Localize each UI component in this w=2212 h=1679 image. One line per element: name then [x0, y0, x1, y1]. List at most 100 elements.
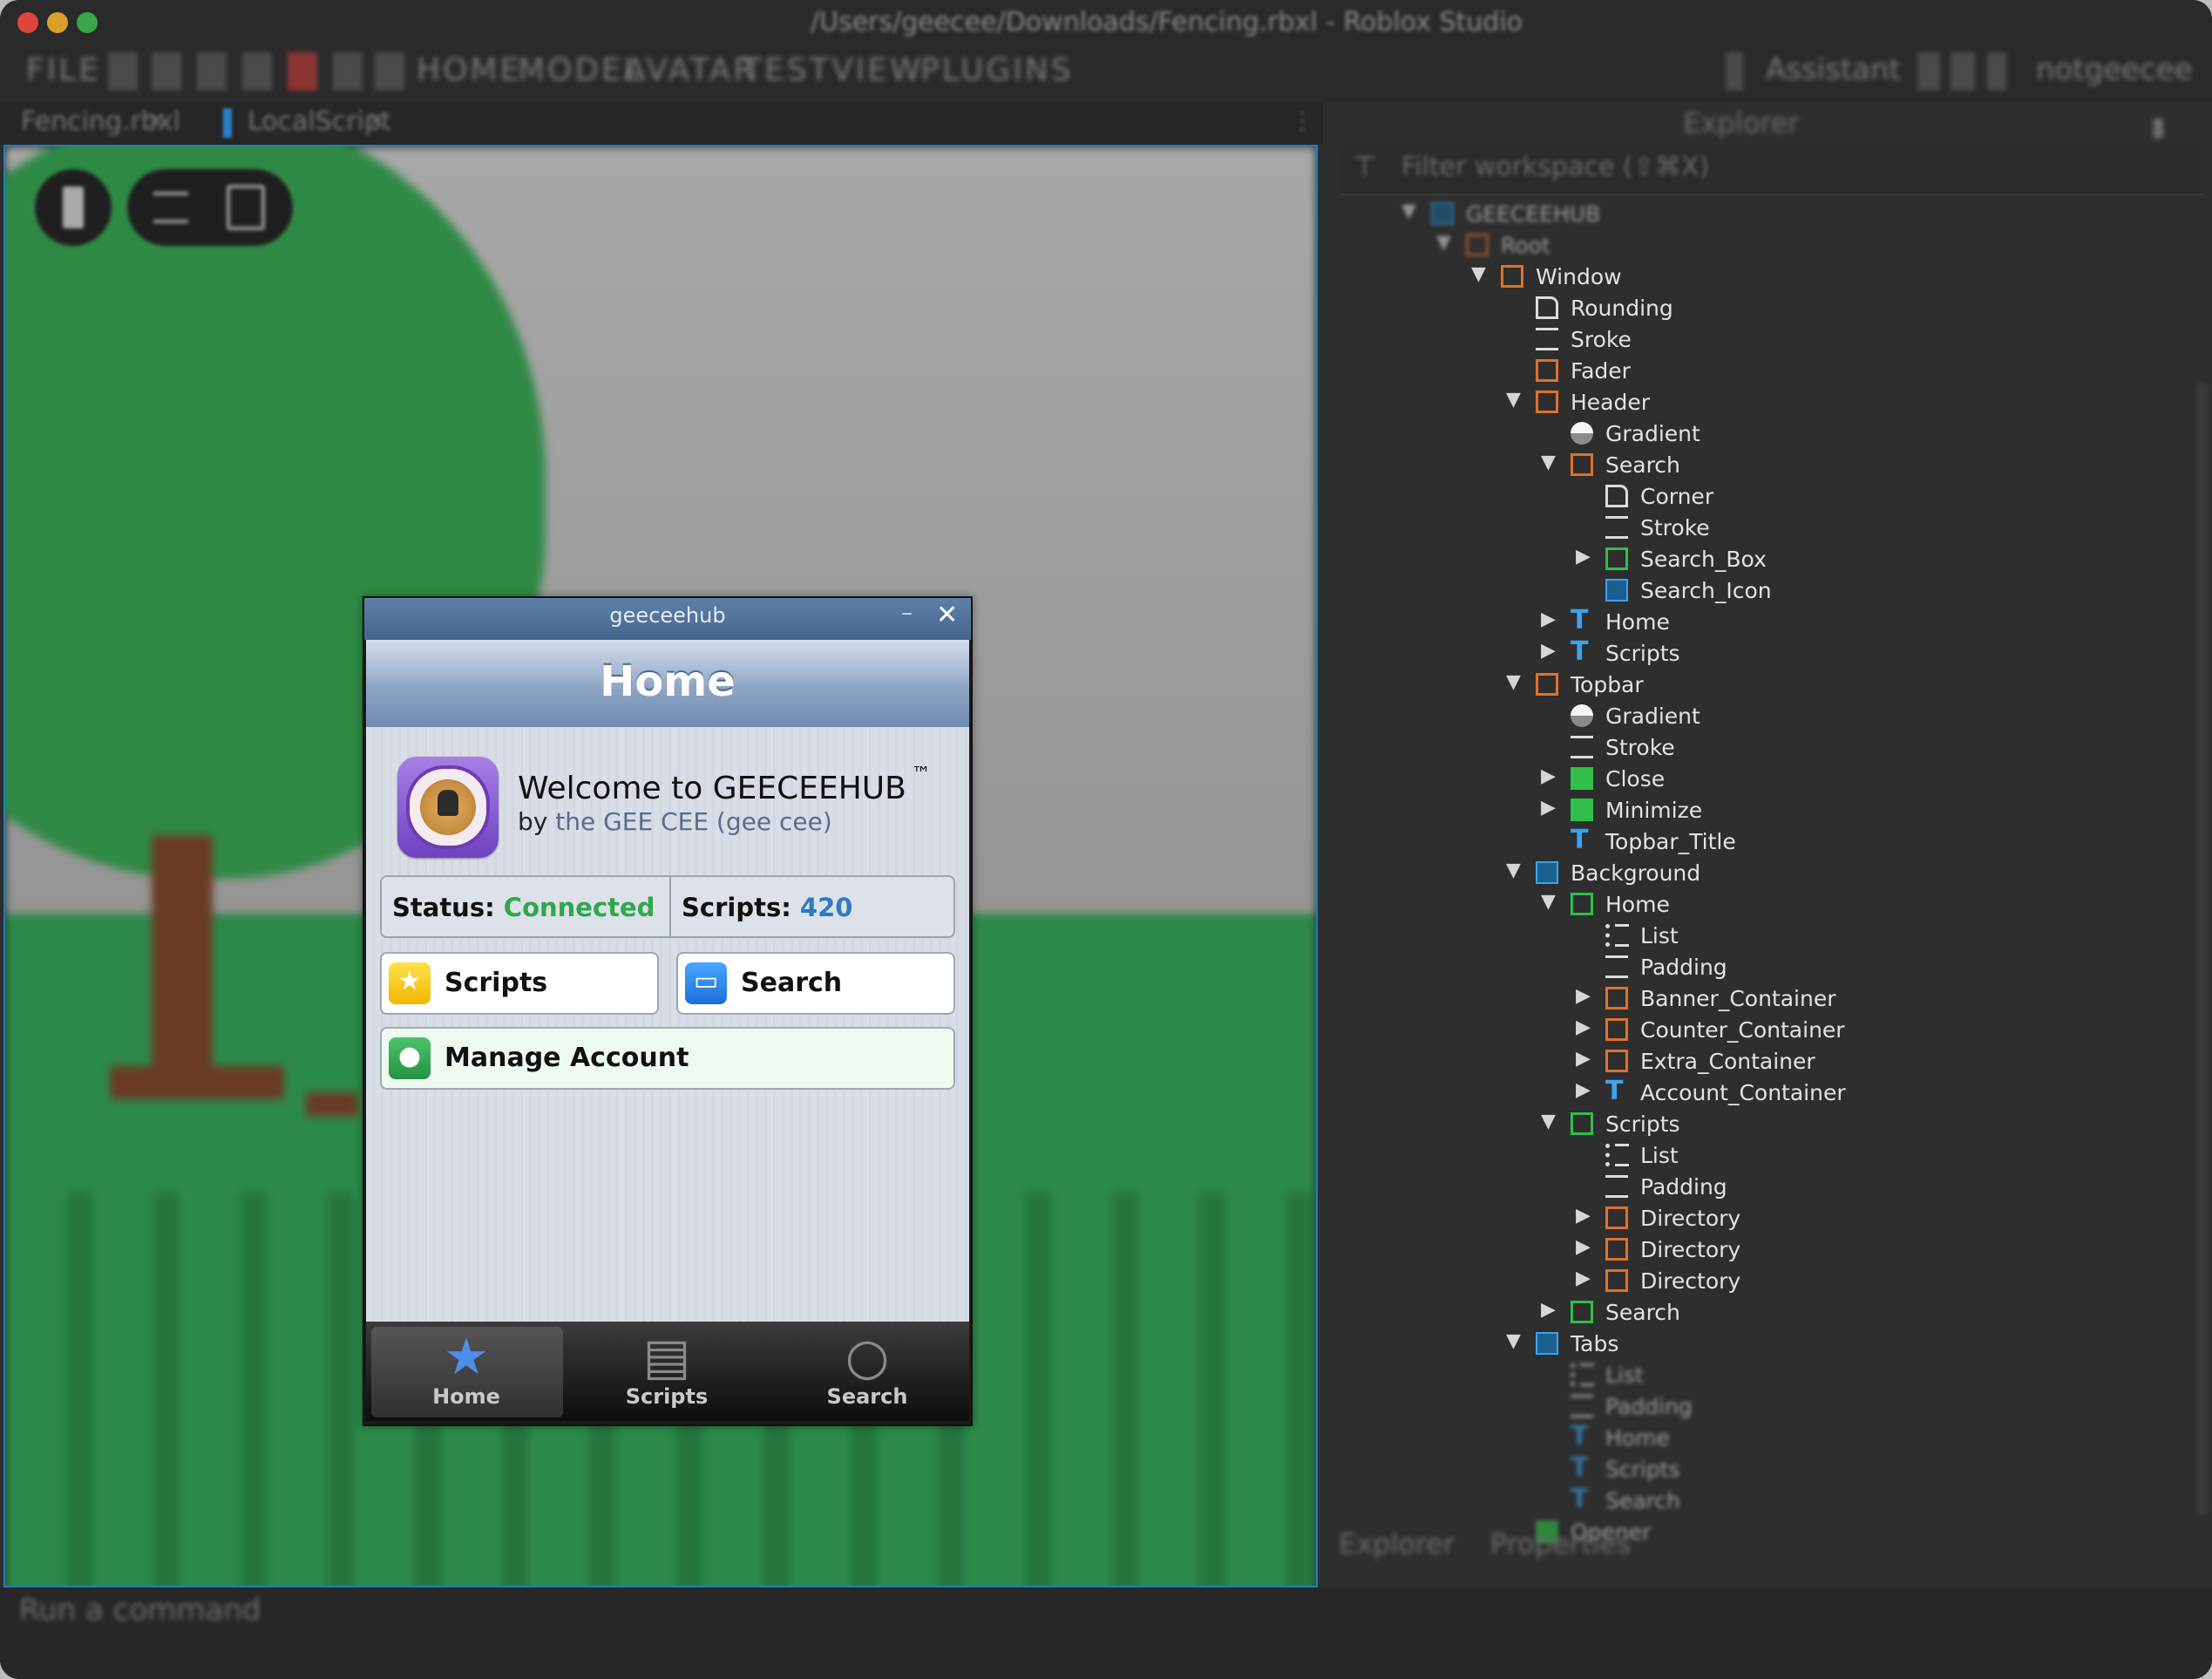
user-name[interactable]: notgeecee: [2036, 52, 2193, 87]
tab-scripts[interactable]: ▤ Scripts: [567, 1322, 767, 1421]
tree-row[interactable]: ▶ Banner_Container: [1576, 983, 2186, 1015]
hamburger-icon[interactable]: [153, 192, 188, 223]
tree-row[interactable]: Padding: [1541, 1391, 2151, 1423]
tab-overflow-icon[interactable]: ⋮: [1290, 106, 1314, 135]
expand-arrow-right-icon[interactable]: ▶: [1576, 1268, 1597, 1289]
scripts-button[interactable]: ★ Scripts: [380, 952, 659, 1015]
command-input[interactable]: Run a command: [19, 1593, 261, 1628]
close-button[interactable]: ✕: [936, 600, 958, 630]
tab-explorer[interactable]: Explorer: [1339, 1527, 1455, 1560]
select-icon[interactable]: [197, 52, 227, 91]
play-icon[interactable]: [242, 52, 272, 91]
tab-search[interactable]: ○ Search: [767, 1322, 967, 1421]
menu-file[interactable]: FILE: [26, 52, 101, 88]
chat-icon[interactable]: [227, 185, 265, 230]
panel-options-icon[interactable]: ▮: [2151, 112, 2166, 142]
filter-input[interactable]: Filter workspace (⇧⌘X): [1401, 152, 1709, 182]
stop-icon[interactable]: [288, 52, 317, 91]
search-button[interactable]: ▭ Search: [676, 952, 955, 1015]
tree-row[interactable]: ▼ GEECEEHUB: [1401, 199, 2012, 230]
tree-row[interactable]: ▶ T Account_Container: [1576, 1077, 2186, 1109]
menu-view[interactable]: VIEW: [831, 52, 924, 88]
tree-row[interactable]: Padding: [1576, 1172, 2186, 1203]
minimize-button[interactable]: –: [901, 600, 913, 626]
expand-arrow-down-icon[interactable]: ▼: [1541, 1111, 1562, 1132]
minimize-window-button[interactable]: [47, 12, 68, 33]
tree-row[interactable]: List: [1576, 1140, 2186, 1172]
tree-row[interactable]: Padding: [1576, 952, 2186, 983]
menu-home[interactable]: HOME: [417, 52, 522, 88]
expand-arrow-right-icon[interactable]: ▶: [1541, 797, 1562, 819]
filter-icon[interactable]: ⊤: [1353, 150, 1377, 183]
tree-row[interactable]: ▼ Home: [1541, 889, 2151, 921]
expand-arrow-down-icon[interactable]: ▼: [1541, 891, 1562, 913]
expand-arrow-right-icon[interactable]: ▶: [1576, 1016, 1597, 1038]
tree-row[interactable]: List: [1541, 1360, 2151, 1391]
tree-row[interactable]: List: [1576, 921, 2186, 952]
assistant-button[interactable]: Assistant: [1766, 52, 1901, 87]
tree-row[interactable]: ▼ Root: [1436, 230, 2046, 262]
expand-arrow-down-icon[interactable]: ▼: [1401, 201, 1422, 222]
tree-row[interactable]: ▼ Background: [1506, 858, 2116, 889]
tree-row[interactable]: Rounding: [1506, 293, 2116, 324]
settings-icon[interactable]: [333, 52, 363, 91]
game-viewport[interactable]: geeceehub – ✕ Home Welcome to GEECEEHUB …: [3, 145, 1318, 1587]
tree-row[interactable]: ▶ T Scripts: [1541, 638, 2151, 670]
expand-arrow-down-icon[interactable]: ▼: [1471, 263, 1492, 285]
share-icon[interactable]: [1917, 52, 1940, 91]
menu-plugins[interactable]: PLUGINS: [920, 52, 1074, 88]
tree-row[interactable]: ▶ Counter_Container: [1576, 1015, 2186, 1046]
tab-close-icon[interactable]: ✕: [146, 106, 166, 135]
tree-row[interactable]: ▶ Extra_Container: [1576, 1046, 2186, 1077]
tree-row[interactable]: ▶ Close: [1541, 764, 2151, 795]
undo-icon[interactable]: [108, 52, 138, 91]
expand-arrow-right-icon[interactable]: ▶: [1541, 765, 1562, 787]
expand-arrow-right-icon[interactable]: ▶: [1576, 1205, 1597, 1227]
expand-arrow-right-icon[interactable]: ▶: [1576, 546, 1597, 568]
tree-row[interactable]: Gradient: [1541, 701, 2151, 732]
tree-row[interactable]: Sroke: [1506, 324, 2116, 356]
tree-row[interactable]: ▼ Tabs: [1506, 1329, 2116, 1360]
tree-row[interactable]: Stroke: [1576, 513, 2186, 544]
menu-test[interactable]: TEST: [743, 52, 831, 88]
tree-row[interactable]: ▼ Search: [1541, 450, 2151, 481]
expand-arrow-right-icon[interactable]: ▶: [1541, 608, 1562, 630]
notifications-icon[interactable]: [1951, 52, 1975, 91]
layout-icon[interactable]: [375, 52, 404, 91]
expand-arrow-down-icon[interactable]: ▼: [1506, 1330, 1527, 1352]
explorer-scrollbar[interactable]: [2196, 382, 2209, 1515]
tree-row[interactable]: Search_Icon: [1576, 575, 2186, 607]
expand-arrow-right-icon[interactable]: ▶: [1576, 1048, 1597, 1070]
tree-row[interactable]: ▼ Header: [1506, 387, 2116, 418]
author-link[interactable]: the GEE CEE (gee cee): [555, 807, 832, 836]
menu-avatar[interactable]: AVATAR: [624, 52, 757, 88]
expand-arrow-right-icon[interactable]: ▶: [1576, 985, 1597, 1007]
tree-row[interactable]: ▶ Directory: [1576, 1203, 2186, 1234]
tree-row[interactable]: ▶ Directory: [1576, 1266, 2186, 1297]
tree-row[interactable]: ▶ Search_Box: [1576, 544, 2186, 575]
close-window-button[interactable]: [17, 12, 38, 33]
expand-arrow-right-icon[interactable]: ▶: [1541, 640, 1562, 662]
expand-arrow-down-icon[interactable]: ▼: [1506, 860, 1527, 881]
tab-properties[interactable]: Properties: [1490, 1527, 1632, 1560]
expand-arrow-right-icon[interactable]: ▶: [1576, 1236, 1597, 1258]
tab-home[interactable]: ★ Home: [366, 1322, 567, 1421]
explorer-filter[interactable]: ⊤ Filter workspace (⇧⌘X): [1340, 145, 2203, 195]
tree-row[interactable]: T Topbar_Title: [1541, 826, 2151, 858]
expand-arrow-down-icon[interactable]: ▼: [1436, 232, 1457, 254]
tree-row[interactable]: T Scripts: [1541, 1454, 2151, 1485]
tree-row[interactable]: T Search: [1541, 1485, 2151, 1517]
redo-icon[interactable]: [152, 52, 181, 91]
zoom-window-button[interactable]: [77, 12, 98, 33]
tree-row[interactable]: ▼ Topbar: [1506, 670, 2116, 701]
tree-row[interactable]: Corner: [1576, 481, 2186, 513]
expand-arrow-right-icon[interactable]: ▶: [1576, 1079, 1597, 1101]
expand-arrow-down-icon[interactable]: ▼: [1506, 389, 1527, 411]
tree-row[interactable]: Stroke: [1541, 732, 2151, 764]
tree-row[interactable]: T Home: [1541, 1423, 2151, 1454]
tree-row[interactable]: ▼ Scripts: [1541, 1109, 2151, 1140]
tree-row[interactable]: ▶ Search: [1541, 1297, 2151, 1329]
tab-close-icon[interactable]: ✕: [366, 106, 386, 135]
tree-row[interactable]: ▶ Directory: [1576, 1234, 2186, 1266]
team-icon[interactable]: [1726, 52, 1743, 91]
